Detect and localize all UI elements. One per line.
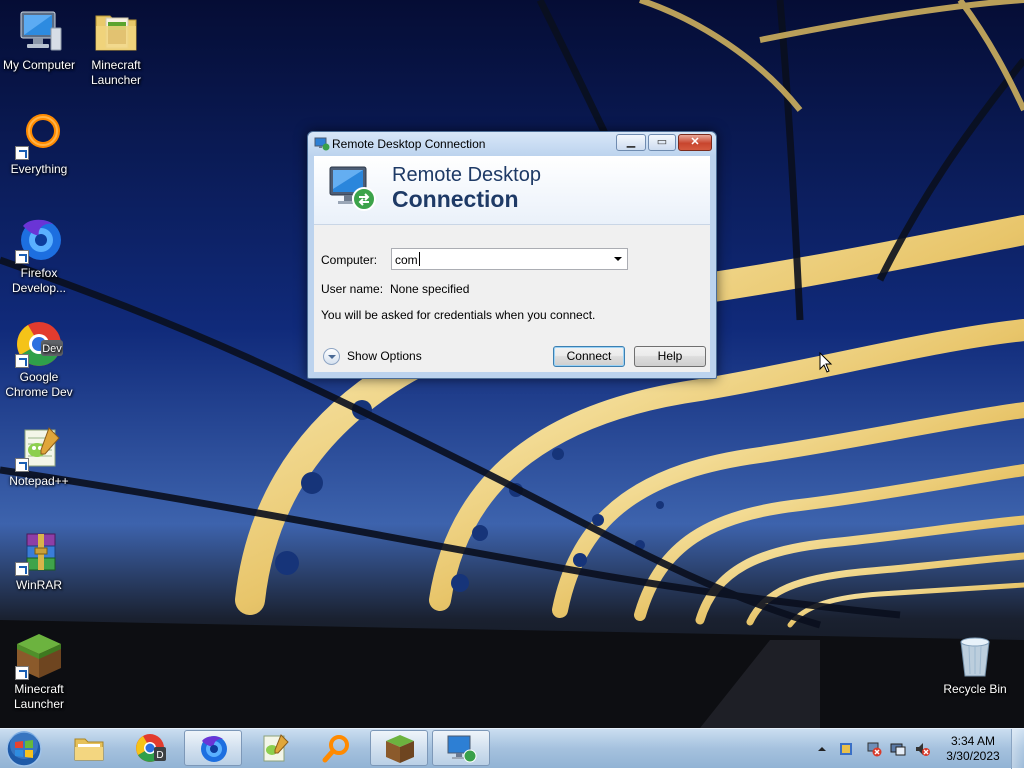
desktop-icon-chrome-dev[interactable]: Dev Google Chrome Dev [0, 320, 78, 400]
desktop-icon-recycle-bin[interactable]: Recycle Bin [936, 632, 1014, 697]
desktop-icon-label: WinRAR [15, 578, 62, 592]
remote-desktop-icon [447, 735, 477, 763]
banner-title-line1: Remote Desktop [392, 164, 541, 186]
desktop-icon-notepadpp[interactable]: Notepad++ [0, 424, 78, 489]
dialog-client-area: Remote Desktop Connection Computer: com … [314, 156, 710, 372]
desktop-icon-firefox-developer[interactable]: Firefox Develop... [0, 216, 78, 296]
taskbar-explorer[interactable] [60, 730, 118, 766]
desktop-icon-label: Notepad++ [9, 474, 69, 488]
minecraft-folder-icon [95, 15, 137, 51]
desktop-icon-label: My Computer [2, 58, 76, 72]
taskbar-notepadpp[interactable] [246, 730, 304, 766]
clock-time: 3:34 AM [950, 734, 996, 748]
network-disconnected-icon[interactable] [866, 741, 882, 757]
desktop-icon-winrar[interactable]: WinRAR [0, 528, 78, 593]
everything-search-icon [322, 735, 349, 763]
show-desktop-button[interactable] [1011, 729, 1024, 769]
explorer-icon [74, 738, 104, 761]
close-button[interactable]: ✕ [678, 134, 712, 151]
taskbar-chrome-dev[interactable]: D [122, 730, 180, 766]
taskbar-firefox-developer[interactable] [184, 730, 242, 766]
remote-desktop-dialog[interactable]: Remote Desktop Connection ▁ ▭ ✕ Remote D… [307, 131, 717, 379]
maximize-button[interactable]: ▭ [648, 134, 676, 151]
taskbar-clock[interactable]: 3:34 AM 3/30/2023 [936, 734, 1010, 764]
dialog-banner: Remote Desktop Connection [314, 156, 710, 225]
taskbar-minecraft[interactable] [370, 730, 428, 766]
minimize-button[interactable]: ▁ [616, 134, 646, 151]
windows-orb-icon [6, 731, 42, 767]
shortcut-arrow-icon [15, 458, 29, 472]
shortcut-arrow-icon [15, 354, 29, 368]
dropdown-arrow-icon[interactable] [610, 249, 627, 269]
computer-combobox[interactable]: com [391, 248, 628, 270]
close-icon: ✕ [690, 136, 700, 148]
shortcut-arrow-icon [15, 562, 29, 576]
notepadpp-icon [263, 734, 289, 762]
desktop-icon-my-computer[interactable]: My Computer [0, 8, 78, 73]
help-button[interactable]: Help [634, 346, 706, 367]
action-center-icon[interactable] [838, 741, 854, 757]
desktop-icon-label: Minecraft Launcher [90, 58, 142, 87]
computer-input[interactable]: com [395, 253, 418, 267]
desktop-icon-label: Everything [10, 162, 68, 176]
username-label: User name: [321, 282, 384, 296]
shortcut-arrow-icon [15, 666, 29, 680]
computer-icon [20, 11, 62, 51]
taskbar[interactable]: D 3:34 AM 3/30/2023 [0, 728, 1024, 769]
text-caret [419, 252, 420, 266]
volume-muted-icon[interactable] [914, 741, 930, 757]
clock-date: 3/30/2023 [946, 749, 1000, 763]
taskbar-remote-desktop[interactable] [432, 730, 490, 766]
minecraft-grass-block-icon [386, 735, 414, 763]
desktop-icon-label: Firefox Develop... [11, 266, 67, 295]
username-value: None specified [390, 282, 470, 296]
remote-desktop-banner-icon [329, 166, 376, 211]
desktop-icon-everything[interactable]: Everything [0, 112, 78, 177]
desktop-icon-minecraft-launcher[interactable]: Minecraft Launcher [0, 632, 78, 712]
recycle-bin-icon [960, 637, 990, 677]
svg-text:Dev: Dev [42, 343, 62, 355]
show-hidden-icons-arrow[interactable] [814, 741, 830, 757]
dialog-title: Remote Desktop Connection [332, 137, 486, 151]
expand-chevron-icon[interactable] [323, 348, 340, 365]
desktop-icon-label: Minecraft Launcher [13, 682, 65, 711]
shortcut-arrow-icon [15, 250, 29, 264]
computer-label: Computer: [321, 253, 378, 267]
shortcut-arrow-icon [15, 146, 29, 160]
desktop[interactable]: My Computer Minecraft Launcher Everythin… [0, 0, 1024, 728]
svg-text:D: D [156, 750, 163, 761]
show-options-label[interactable]: Show Options [347, 349, 422, 363]
chrome-dev-icon: D [136, 734, 166, 762]
banner-title-line2: Connection [392, 186, 519, 212]
firefox-developer-icon [201, 736, 227, 762]
mouse-pointer-icon [819, 352, 833, 373]
desktop-icon-minecraft-folder[interactable]: Minecraft Launcher [77, 8, 155, 88]
desktop-icon-label: Recycle Bin [943, 682, 1007, 696]
dialog-titlebar[interactable]: Remote Desktop Connection ▁ ▭ ✕ [308, 132, 716, 156]
display-icon[interactable] [890, 741, 906, 757]
credentials-note: You will be asked for credentials when y… [321, 308, 596, 322]
remote-desktop-icon [314, 137, 330, 151]
connect-button[interactable]: Connect [553, 346, 625, 367]
desktop-icon-label: Google Chrome Dev [5, 370, 73, 399]
maximize-icon: ▭ [656, 136, 668, 148]
taskbar-everything[interactable] [308, 730, 366, 766]
minimize-icon: ▁ [626, 136, 636, 148]
start-button[interactable] [4, 730, 48, 768]
